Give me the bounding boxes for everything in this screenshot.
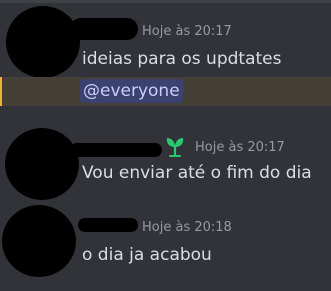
message-text: ideias para os updtates (82, 49, 282, 69)
mention-highlight-row: @everyone (0, 77, 331, 106)
redacted-username[interactable] (70, 18, 138, 40)
redacted-avatar[interactable] (5, 128, 79, 200)
redacted-username[interactable] (78, 218, 138, 232)
message-timestamp[interactable]: Hoje às 20:18 (142, 220, 232, 235)
message-timestamp[interactable]: Hoje às 20:17 (142, 24, 232, 39)
message-item[interactable]: Hoje às 20:17 Vou enviar até o fim do di… (0, 114, 331, 206)
everyone-mention[interactable]: @everyone (80, 79, 183, 103)
message-text: o dia ja acabou (82, 245, 212, 265)
redacted-avatar[interactable] (2, 205, 76, 277)
redacted-username[interactable] (70, 143, 162, 157)
message-item[interactable]: Hoje às 20:17 ideias para os updtates @e… (0, 0, 331, 114)
message-item[interactable]: Hoje às 20:18 o dia ja acabou (0, 205, 331, 291)
message-timestamp[interactable]: Hoje às 20:17 (195, 140, 285, 155)
message-text: Vou enviar até o fim do dia (82, 163, 312, 183)
green-leaf-icon[interactable] (163, 134, 187, 158)
mention-highlight-bar (0, 77, 2, 106)
redacted-avatar[interactable] (6, 6, 80, 78)
